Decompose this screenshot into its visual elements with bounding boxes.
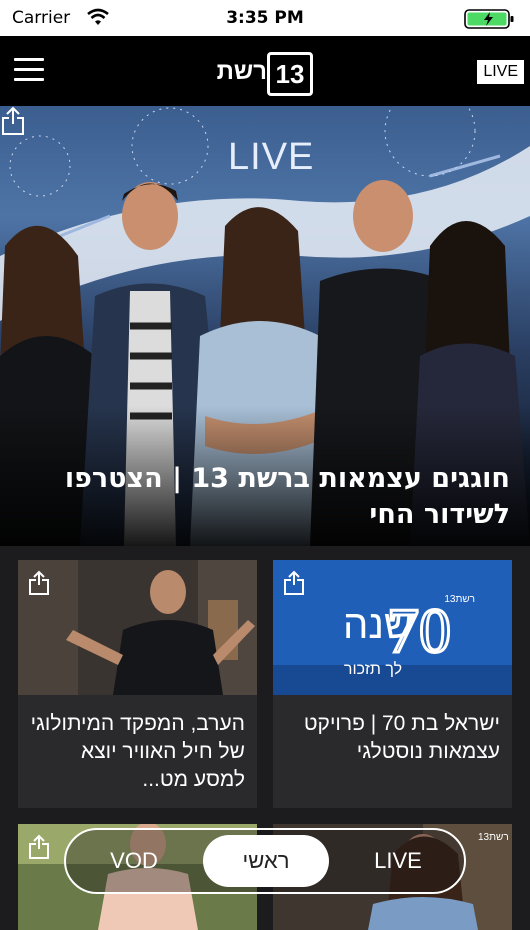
article-card[interactable]: רשת13 שנה 70 לך תזכור ישראל בת 70 | פרוי… [273,560,512,808]
hero-banner[interactable]: LIVE חוגגים עצמאות ברשת 13 | הצטרפו לשיד… [0,106,530,546]
menu-icon[interactable] [14,58,44,84]
share-icon[interactable] [0,106,26,136]
promo-number: 70 [387,595,451,666]
article-card[interactable]: הערב, המפקד המיתולוגי של חיל האוויר יוצא… [18,560,257,808]
logo-number: 13 [267,52,313,96]
promo-subtitle: לך תזכור [344,660,402,678]
app-screen: Carrier 3:35 PM רשת 13 LIVE LIVE חוגגים … [0,0,530,930]
card-title[interactable]: ישראל בת 70 | פרויקט עצמאות נוסטלגי [280,710,500,766]
bottom-tab-bar: VOD ראשי LIVE [64,828,466,894]
card-brand: רשת13 [478,832,509,843]
logo-text: רשת [216,58,267,85]
share-icon[interactable] [28,570,50,596]
live-button[interactable]: LIVE [477,60,524,84]
card-image [18,560,257,695]
hero-title[interactable]: חוגגים עצמאות ברשת 13 | הצטרפו לשידור הח… [10,461,510,533]
status-bar: Carrier 3:35 PM [0,0,530,36]
tab-vod[interactable]: VOD [84,830,184,892]
tab-main[interactable]: ראשי [203,835,329,887]
card-title[interactable]: הערב, המפקד המיתולוגי של חיל האוויר יוצא… [25,710,245,794]
promo-70-image: רשת13 שנה 70 לך תזכור [273,560,512,695]
tab-live[interactable]: LIVE [348,830,448,892]
interview-image [18,560,257,695]
card-image: רשת13 שנה 70 לך תזכור [273,560,512,695]
top-navigation-bar: רשת 13 LIVE [0,36,530,106]
channel-logo[interactable]: רשת 13 [213,50,317,96]
share-icon[interactable] [283,570,305,596]
status-time: 3:35 PM [226,8,304,28]
battery-icon [464,9,514,29]
share-icon[interactable] [28,834,50,860]
hero-live-overlay: LIVE [228,136,315,178]
